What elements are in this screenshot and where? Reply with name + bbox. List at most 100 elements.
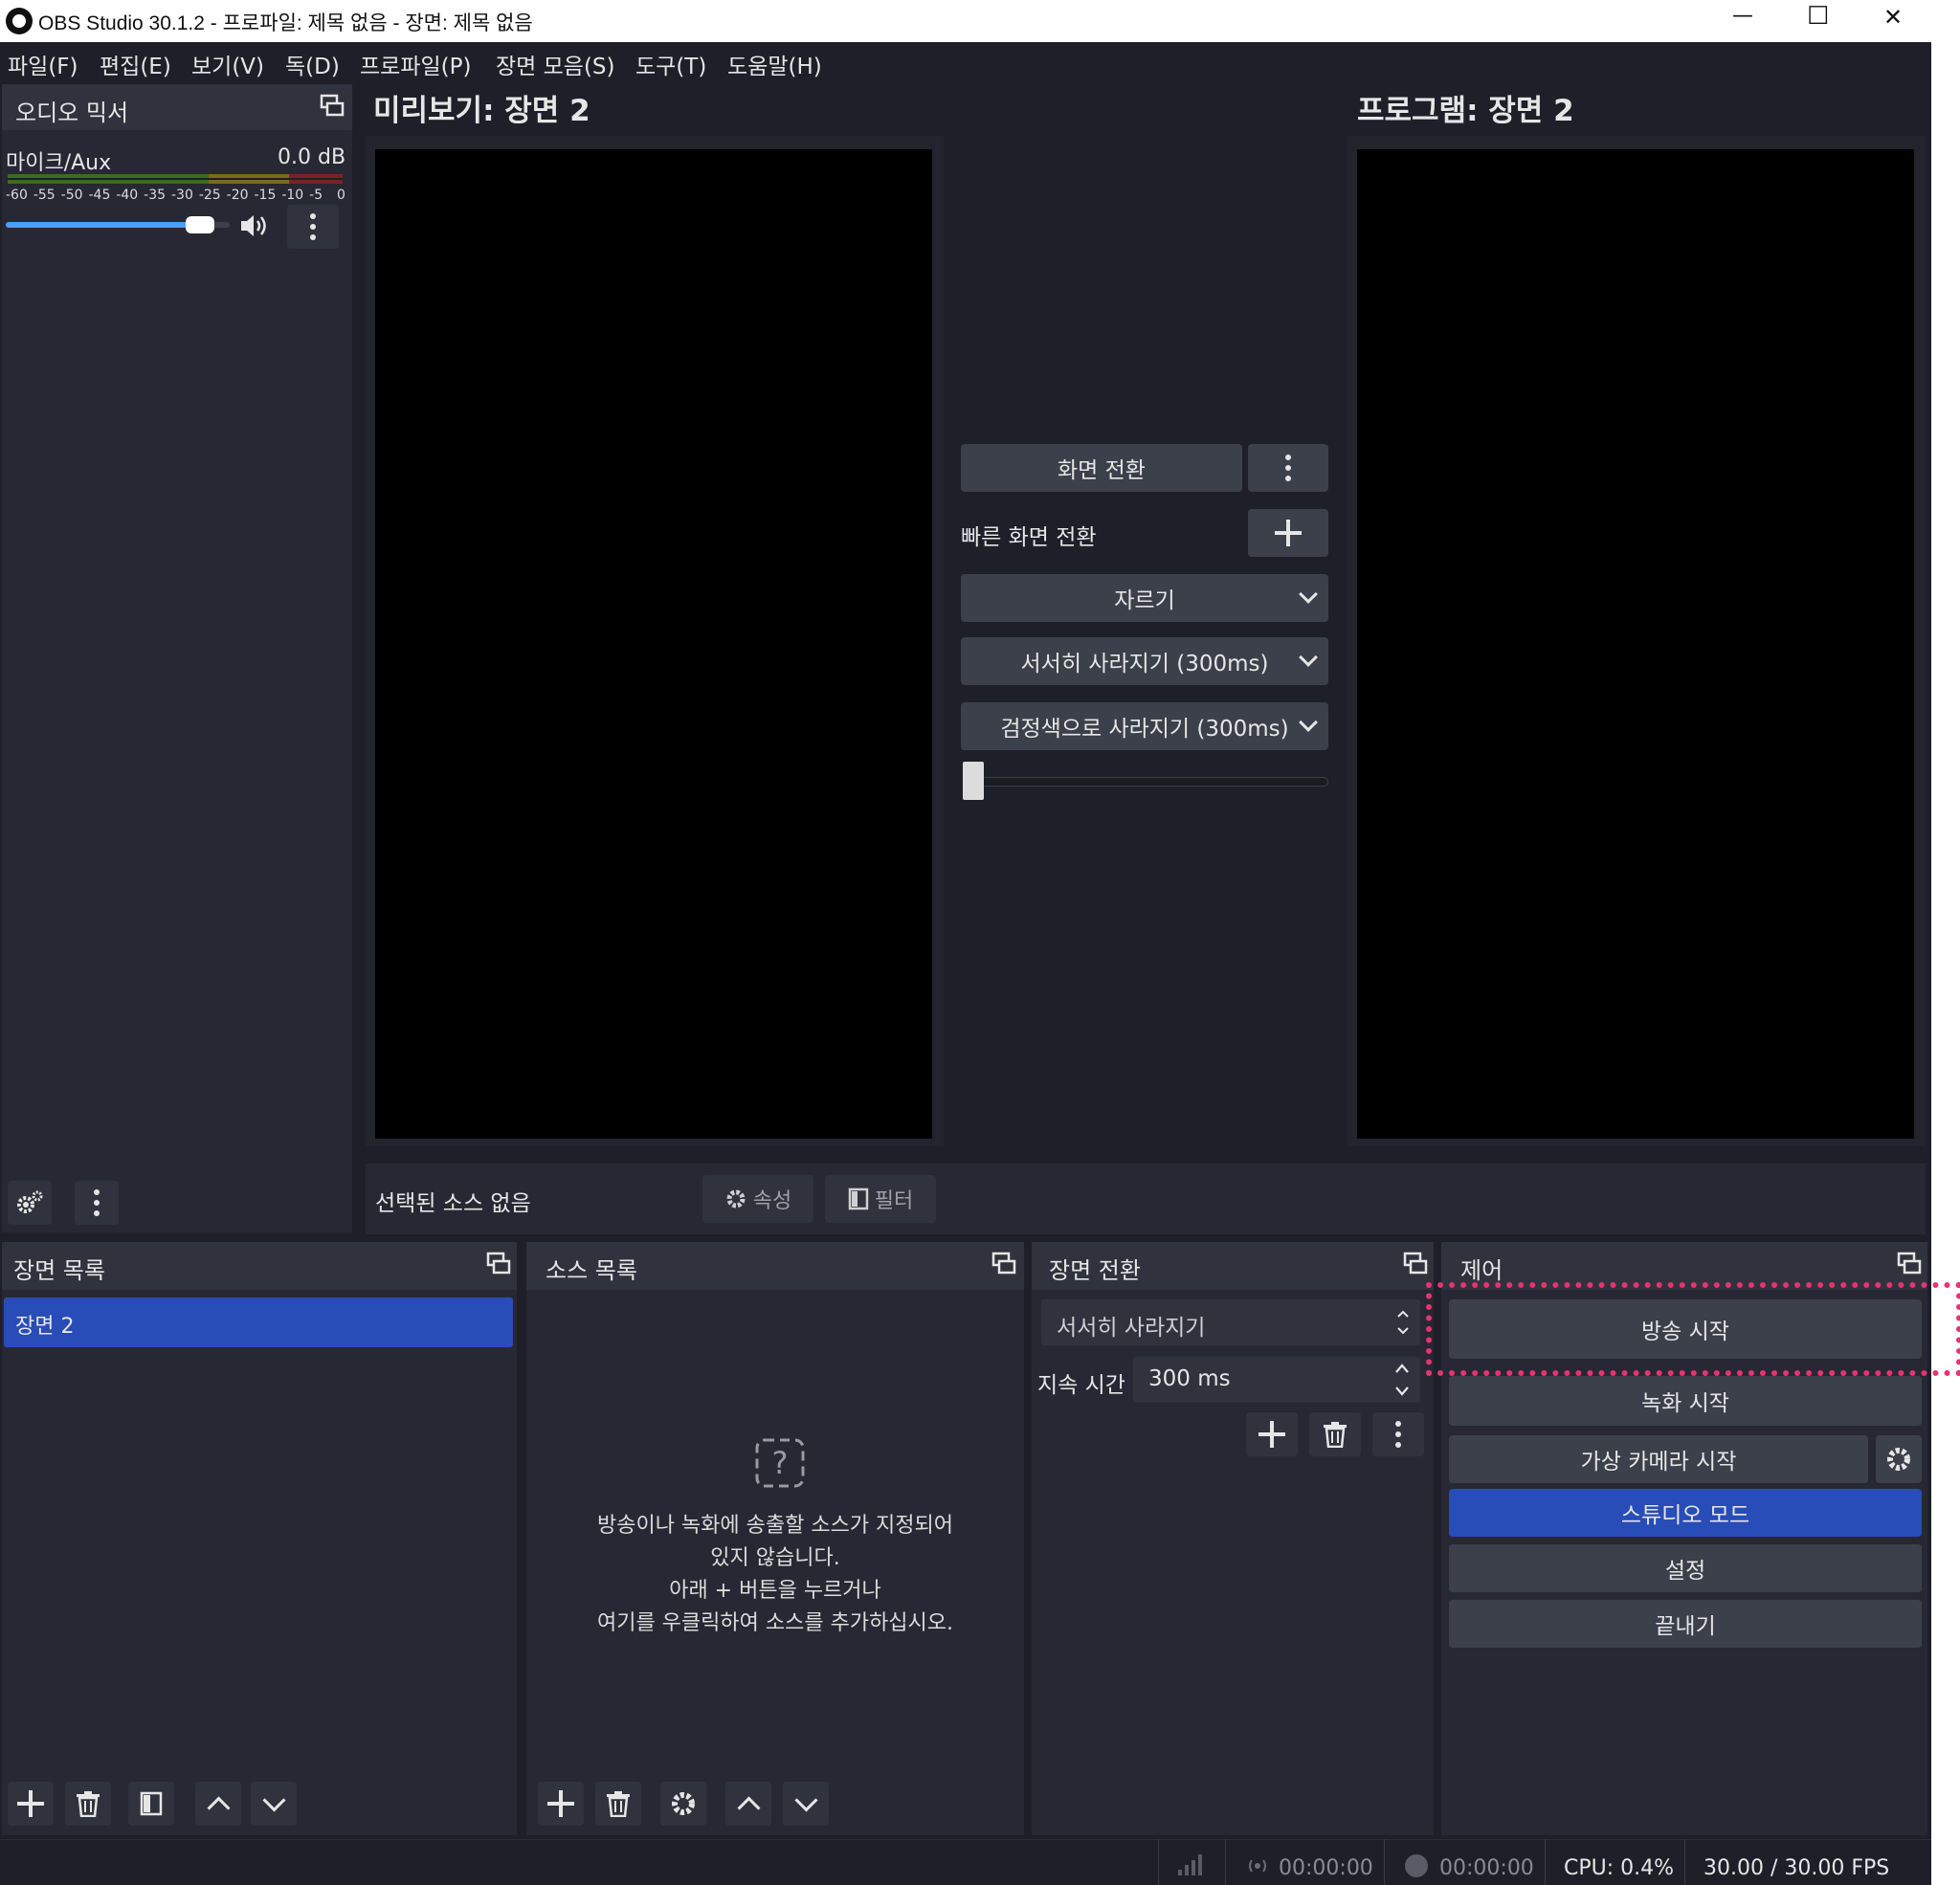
duration-value: 300 ms — [1148, 1366, 1231, 1391]
plus-icon — [17, 1790, 44, 1817]
no-source-label: 선택된 소스 없음 — [375, 1191, 531, 1216]
menu-view[interactable]: 보기(V) — [191, 48, 264, 80]
start-virtual-camera-button[interactable]: 가상 카메라 시작 — [1449, 1435, 1868, 1483]
scenes-title: 장면 목록 — [13, 1257, 105, 1284]
meter-scale-label: -55 — [33, 188, 56, 203]
sources-title: 소스 목록 — [546, 1257, 637, 1284]
speaker-icon[interactable] — [239, 212, 272, 239]
filter-icon — [140, 1791, 163, 1816]
close-button[interactable]: ✕ — [1883, 4, 1903, 31]
sources-empty-line: 아래 + 버튼을 누르거나 — [669, 1579, 881, 1603]
volume-slider-handle[interactable] — [185, 216, 214, 233]
quick-transition-fade-to-black[interactable]: 검정색으로 사라지기 (300ms) — [961, 702, 1328, 750]
menu-docks[interactable]: 독(D) — [285, 48, 340, 80]
move-scene-down-button[interactable] — [251, 1782, 297, 1826]
menu-scene-collection[interactable]: 장면 모음(S) — [496, 48, 615, 80]
undock-icon[interactable] — [1897, 1252, 1922, 1276]
quick-transition-fade[interactable]: 서서히 사라지기 (300ms) — [961, 637, 1328, 685]
audio-mixer-menu-button[interactable] — [75, 1181, 119, 1225]
undock-icon[interactable] — [1403, 1252, 1428, 1276]
meter-scale-label: -25 — [198, 188, 221, 203]
chevron-up-icon — [736, 1795, 761, 1820]
plus-icon — [1275, 520, 1302, 546]
undock-icon[interactable] — [486, 1252, 511, 1276]
transition-select[interactable]: 서서히 사라지기 — [1041, 1299, 1420, 1345]
trash-icon — [1324, 1422, 1347, 1448]
meter-scale-label: -50 — [60, 188, 83, 203]
filters-label: 필터 — [874, 1189, 914, 1213]
preview-canvas[interactable] — [375, 149, 932, 1139]
start-recording-button[interactable]: 녹화 시작 — [1449, 1376, 1922, 1426]
scene-list-item[interactable]: 장면 2 — [4, 1297, 513, 1347]
kebab-icon — [94, 1189, 100, 1216]
undock-icon[interactable] — [320, 94, 345, 119]
transition-button[interactable]: 화면 전환 — [961, 444, 1242, 492]
meter-scale-label: -15 — [254, 188, 277, 203]
kebab-icon — [310, 213, 316, 240]
undock-icon[interactable] — [991, 1252, 1016, 1276]
filters-button[interactable]: 필터 — [825, 1175, 936, 1223]
gears-icon — [17, 1190, 43, 1213]
duration-spinbox[interactable]: 300 ms — [1133, 1357, 1420, 1403]
move-source-up-button[interactable] — [725, 1782, 771, 1826]
chevron-up-icon — [206, 1795, 231, 1820]
status-separator — [1545, 1839, 1546, 1885]
meter-scale-label: -5 — [309, 188, 323, 203]
add-quick-transition-button[interactable] — [1248, 509, 1328, 557]
preview-title: 미리보기: 장면 2 — [373, 94, 590, 128]
meter-scale-label: 0 — [337, 188, 345, 203]
spin-arrows-icon — [1395, 1305, 1411, 1340]
quick-transition-cut[interactable]: 자르기 — [961, 574, 1328, 622]
audio-level-readout: 0.0 dB — [278, 145, 346, 169]
transition-select-value: 서서히 사라지기 — [1057, 1316, 1206, 1341]
status-separator — [1684, 1839, 1685, 1885]
menu-edit[interactable]: 편집(E) — [100, 48, 171, 80]
spin-arrows-icon[interactable] — [1393, 1361, 1411, 1399]
status-separator — [1158, 1839, 1159, 1885]
add-transition-button[interactable] — [1246, 1412, 1298, 1456]
settings-button[interactable]: 설정 — [1449, 1544, 1922, 1592]
quick-transition-cut-label: 자르기 — [1114, 588, 1175, 613]
add-source-button[interactable] — [538, 1782, 584, 1826]
transition-menu-button[interactable] — [1248, 444, 1328, 492]
transition-properties-button[interactable] — [1372, 1412, 1424, 1456]
remove-source-button[interactable] — [595, 1782, 641, 1826]
menu-help[interactable]: 도움말(H) — [727, 48, 822, 80]
sources-empty-line: 여기를 우클릭하여 소스를 추가하십시오. — [596, 1611, 954, 1635]
scene-filters-button[interactable] — [128, 1782, 174, 1826]
sources-empty-line: 방송이나 녹화에 송출할 소스가 지정되어 — [596, 1514, 954, 1538]
gear-icon — [726, 1189, 746, 1209]
scene-transitions-title: 장면 전환 — [1049, 1257, 1141, 1284]
maximize-button[interactable]: ☐ — [1807, 2, 1829, 31]
record-time: 00:00:00 — [1439, 1856, 1534, 1880]
menu-profile[interactable]: 프로파일(P) — [360, 48, 471, 80]
minimize-button[interactable]: — — [1732, 4, 1753, 28]
chevron-down-icon — [1299, 585, 1318, 604]
remove-scene-button[interactable] — [65, 1782, 111, 1826]
obs-logo-icon — [6, 8, 33, 34]
advanced-audio-settings-button[interactable] — [8, 1181, 52, 1225]
meter-scale-label: -20 — [226, 188, 249, 203]
highlight-box — [1426, 1282, 1960, 1376]
properties-button[interactable]: 속성 — [702, 1175, 813, 1223]
controls-title: 제어 — [1460, 1257, 1503, 1284]
meter-scale-label: -40 — [116, 188, 139, 203]
quick-transition-fade-label: 서서히 사라지기 (300ms) — [1020, 652, 1269, 676]
tbar-track[interactable] — [963, 777, 1328, 787]
chevron-down-icon — [1299, 713, 1318, 732]
tbar-handle[interactable] — [963, 762, 984, 800]
source-properties-button[interactable] — [660, 1782, 706, 1826]
status-separator — [1225, 1839, 1226, 1885]
gear-icon — [672, 1792, 695, 1815]
menu-tools[interactable]: 도구(T) — [635, 48, 706, 80]
virtual-camera-settings-button[interactable] — [1876, 1435, 1922, 1483]
studio-mode-button[interactable]: 스튜디오 모드 — [1449, 1489, 1922, 1537]
exit-button[interactable]: 끝내기 — [1449, 1600, 1922, 1648]
menu-file[interactable]: 파일(F) — [8, 48, 78, 80]
remove-transition-button[interactable] — [1309, 1412, 1361, 1456]
audio-channel-menu-button[interactable] — [287, 205, 339, 249]
add-scene-button[interactable] — [8, 1782, 54, 1826]
move-scene-up-button[interactable] — [195, 1782, 241, 1826]
move-source-down-button[interactable] — [783, 1782, 829, 1826]
stream-time: 00:00:00 — [1279, 1856, 1373, 1880]
